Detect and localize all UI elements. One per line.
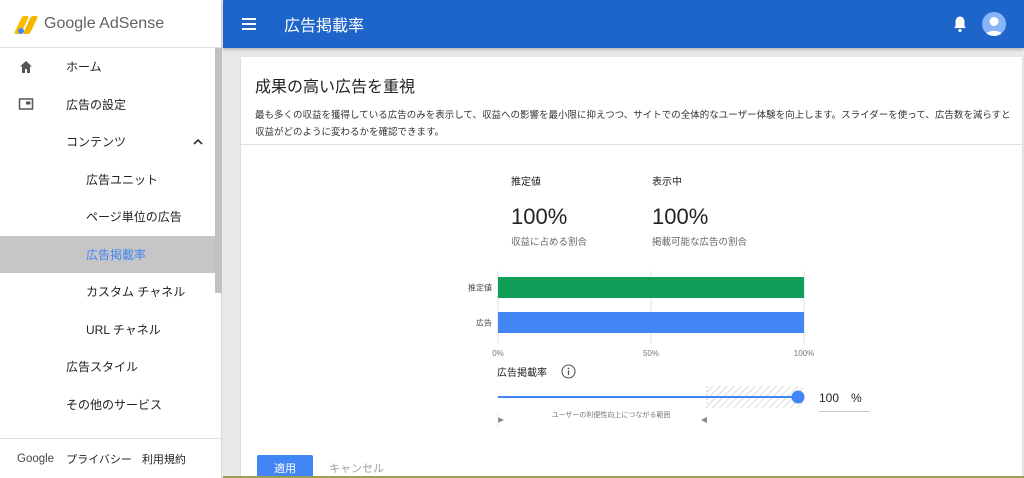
chart-category-label: 広告 bbox=[476, 318, 492, 328]
slider-value-field[interactable]: 100 % bbox=[819, 385, 870, 412]
slider-label-row: 広告掲載率 bbox=[497, 364, 576, 379]
sidebar-item-label: コンテンツ bbox=[66, 135, 127, 150]
chart-tick-label: 100% bbox=[794, 349, 814, 358]
info-icon[interactable] bbox=[561, 364, 576, 379]
sidebar-item-label: ページ単位の広告 bbox=[86, 210, 182, 225]
notifications-bell-icon[interactable] bbox=[952, 15, 968, 33]
slider-range-caption: ユーザーの利便性向上につながる範囲 bbox=[551, 412, 671, 419]
metric-estimate-label: 推定値 bbox=[511, 177, 541, 188]
metric-showing-label: 表示中 bbox=[652, 177, 682, 188]
chart-tick-label: 50% bbox=[643, 349, 659, 358]
slider-unit: % bbox=[851, 391, 862, 405]
chart-category-label: 推定値 bbox=[468, 283, 492, 293]
page-title: 広告掲載率 bbox=[284, 18, 365, 35]
sidebar-item-ad-styles[interactable]: 広告スタイル bbox=[0, 348, 221, 386]
chart-bar bbox=[498, 277, 804, 298]
sidebar-item-other-services[interactable]: その他のサービス bbox=[0, 386, 221, 424]
sidebar-footer: Google プライバシー 利用規約 bbox=[0, 438, 222, 478]
slider-label: 広告掲載率 bbox=[497, 368, 547, 379]
metric-estimate-value: 100% bbox=[511, 204, 568, 229]
metric-showing-value: 100% bbox=[652, 204, 709, 229]
chart-tick-label: 0% bbox=[492, 349, 504, 358]
card-description: 最も多くの収益を獲得している広告のみを表示して、収益への影響を最小限に抑えつつ、… bbox=[255, 110, 1011, 138]
sidebar-item-label: 広告スタイル bbox=[66, 360, 139, 375]
sidebar-nav: ホーム 広告の設定 コンテンツ 広告ユニット ページ単位の広告 広告掲載率 カス… bbox=[0, 48, 221, 423]
avatar[interactable] bbox=[982, 12, 1006, 36]
sidebar-item-custom-channels[interactable]: カスタム チャネル bbox=[0, 273, 221, 311]
card-title: 成果の高い広告を重視 bbox=[255, 79, 416, 96]
slider-value: 100 bbox=[819, 391, 840, 405]
metric-showing: 表示中 100% 掲載可能な広告の割合 bbox=[652, 173, 747, 248]
metric-showing-sub: 掲載可能な広告の割合 bbox=[652, 237, 748, 248]
sidebar-item-label: カスタム チャネル bbox=[86, 285, 186, 300]
sidebar-item-ad-balance[interactable]: 広告掲載率 bbox=[0, 235, 221, 273]
range-start-marker-icon bbox=[498, 417, 504, 423]
sidebar-item-page-level-ads[interactable]: ページ単位の広告 bbox=[0, 198, 221, 236]
adsense-logo[interactable]: Google AdSense bbox=[0, 0, 221, 48]
cancel-button[interactable]: キャンセル bbox=[329, 460, 384, 476]
metric-estimate-sub: 収益に占める割合 bbox=[511, 237, 588, 248]
sidebar-item-ad-units[interactable]: 広告ユニット bbox=[0, 161, 221, 199]
sidebar-item-label: 広告ユニット bbox=[86, 172, 159, 187]
sidebar-item-home[interactable]: ホーム bbox=[0, 48, 221, 86]
sidebar-item-label: その他のサービス bbox=[66, 397, 163, 412]
logo-text: Google AdSense bbox=[44, 14, 165, 32]
sidebar-item-ad-settings[interactable]: 広告の設定 bbox=[0, 86, 221, 124]
ad-balance-chart: 0% 50% 100% 推定値広告 bbox=[468, 271, 814, 358]
menu-icon[interactable] bbox=[242, 17, 260, 31]
card-actions: 適用 キャンセル bbox=[257, 455, 384, 478]
top-app-bar: 広告掲載率 bbox=[223, 0, 1024, 48]
slider-thumb[interactable] bbox=[791, 390, 805, 404]
adsense-logo-icon bbox=[13, 14, 39, 34]
terms-link[interactable]: 利用規約 bbox=[142, 451, 186, 467]
metric-estimate: 推定値 100% 収益に占める割合 bbox=[511, 173, 587, 248]
chart-bar bbox=[498, 312, 804, 333]
sidebar-scrollbar[interactable] bbox=[215, 48, 222, 293]
sidebar: Google AdSense ホーム 広告の設定 コンテンツ 広告ユニット ペー… bbox=[0, 0, 222, 478]
privacy-link[interactable]: プライバシー bbox=[66, 451, 132, 467]
sidebar-item-label: 広告掲載率 bbox=[86, 247, 147, 262]
footer-google: Google bbox=[17, 452, 55, 465]
ad-balance-card: 成果の高い広告を重視 最も多くの収益を獲得している広告のみを表示して、収益への影… bbox=[241, 57, 1022, 478]
home-icon bbox=[20, 60, 32, 73]
ad-settings-icon bbox=[18, 98, 34, 110]
account-icon bbox=[985, 17, 1003, 36]
sidebar-item-url-channels[interactable]: URL チャネル bbox=[0, 311, 221, 349]
range-end-marker-icon bbox=[701, 417, 707, 423]
sidebar-item-label: ホーム bbox=[66, 60, 102, 75]
sidebar-item-content[interactable]: コンテンツ bbox=[0, 123, 221, 161]
card-header: 成果の高い広告を重視 最も多くの収益を獲得している広告のみを表示して、収益への影… bbox=[241, 57, 1022, 145]
sidebar-item-label: 広告の設定 bbox=[66, 97, 127, 112]
apply-button[interactable]: 適用 bbox=[257, 455, 313, 478]
chevron-up-icon[interactable] bbox=[192, 136, 204, 148]
sidebar-item-label: URL チャネル bbox=[86, 322, 161, 337]
